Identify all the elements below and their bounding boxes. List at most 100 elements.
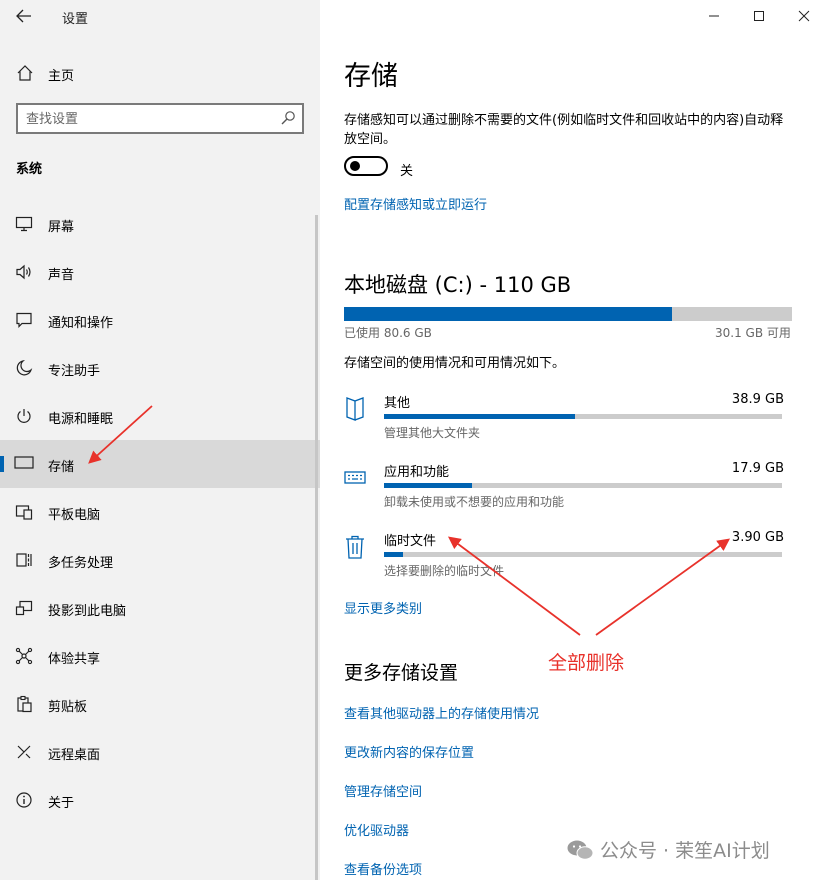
back-arrow-icon[interactable] bbox=[10, 4, 38, 28]
sidebar-item-label: 远程桌面 bbox=[48, 748, 101, 763]
maximize-button[interactable] bbox=[741, 4, 777, 28]
category-name: 其他 bbox=[384, 396, 411, 411]
change-save-location-link[interactable]: 更改新内容的保存位置 bbox=[344, 742, 474, 761]
remote-icon bbox=[17, 745, 31, 759]
annotation-label: 全部删除 bbox=[548, 652, 625, 674]
toggle-knob bbox=[350, 161, 360, 171]
category-bar-fill bbox=[384, 483, 472, 488]
used-space-label: 已使用 80.6 GB bbox=[344, 326, 432, 340]
speaker-icon bbox=[16, 264, 31, 280]
page-title: 存储 bbox=[344, 61, 398, 92]
sidebar-item-label: 电源和睡眠 bbox=[48, 412, 114, 427]
usage-info: 存储空间的使用情况和可用情况如下。 bbox=[344, 356, 566, 371]
sidebar-item-label: 声音 bbox=[48, 268, 75, 283]
category-size: 17.9 GB bbox=[731, 461, 784, 476]
category-bar bbox=[384, 414, 782, 419]
search-input[interactable] bbox=[26, 110, 276, 128]
close-button[interactable] bbox=[786, 4, 822, 28]
category-bar bbox=[384, 552, 782, 557]
disk-usage-bar bbox=[344, 307, 792, 321]
optimize-drives-link[interactable]: 优化驱动器 bbox=[344, 820, 409, 839]
category-temp-files[interactable]: 临时文件 3.90 GB 选择要删除的临时文件 bbox=[344, 530, 784, 590]
sidebar-item-tablet[interactable]: 平板电脑 bbox=[0, 488, 320, 536]
sidebar-item-label: 剪贴板 bbox=[48, 700, 88, 715]
title-bar: 设置 bbox=[0, 0, 320, 34]
sidebar-item-label: 专注助手 bbox=[48, 364, 101, 379]
sidebar-item-focus-assist[interactable]: 专注助手 bbox=[0, 344, 320, 392]
category-size: 38.9 GB bbox=[731, 392, 784, 407]
sidebar-item-project[interactable]: 投影到此电脑 bbox=[0, 584, 320, 632]
sidebar-item-clipboard[interactable]: 剪贴板 bbox=[0, 680, 320, 728]
wechat-icon bbox=[567, 840, 594, 860]
storage-sense-toggle[interactable] bbox=[344, 156, 388, 176]
sidebar-item-remote-desktop[interactable]: 远程桌面 bbox=[0, 728, 320, 776]
home-icon bbox=[17, 65, 33, 81]
apps-keyboard-icon bbox=[344, 471, 366, 484]
sidebar-item-display[interactable]: 屏幕 bbox=[0, 200, 320, 248]
category-subtext: 卸载未使用或不想要的应用和功能 bbox=[384, 495, 565, 509]
category-size: 3.90 GB bbox=[731, 530, 784, 545]
other-files-icon bbox=[346, 397, 364, 421]
category-subtext: 管理其他大文件夹 bbox=[384, 426, 481, 440]
disk-title: 本地磁盘 (C:) - 110 GB bbox=[344, 273, 572, 297]
sidebar-item-label: 主页 bbox=[48, 69, 75, 84]
search-box[interactable] bbox=[16, 103, 304, 134]
close-icon bbox=[798, 10, 810, 22]
tablet-icon bbox=[15, 505, 33, 520]
sidebar-item-label: 关于 bbox=[48, 796, 75, 811]
backup-options-link[interactable]: 查看备份选项 bbox=[344, 859, 422, 878]
more-storage-settings-title: 更多存储设置 bbox=[344, 662, 459, 684]
project-icon bbox=[15, 600, 33, 616]
sidebar-item-label: 平板电脑 bbox=[48, 508, 101, 523]
sidebar-item-storage[interactable]: 存储 bbox=[0, 440, 320, 488]
category-bar-fill bbox=[384, 414, 576, 419]
category-subtext: 选择要删除的临时文件 bbox=[384, 564, 505, 578]
app-title: 设置 bbox=[62, 12, 89, 27]
section-title: 系统 bbox=[16, 162, 43, 177]
sidebar-item-label: 存储 bbox=[48, 460, 75, 475]
sidebar-item-label: 体验共享 bbox=[48, 652, 101, 667]
category-name: 应用和功能 bbox=[384, 465, 450, 480]
display-icon bbox=[15, 216, 33, 232]
trash-icon bbox=[346, 535, 364, 559]
multitask-icon bbox=[16, 553, 32, 567]
sidebar-item-label: 通知和操作 bbox=[48, 316, 114, 331]
sidebar: 设置 主页 系统 屏幕 声音 通知和操作 专注助手 电源和睡眠 bbox=[0, 0, 320, 880]
category-other[interactable]: 其他 38.9 GB 管理其他大文件夹 bbox=[344, 392, 784, 452]
show-more-categories-link[interactable]: 显示更多类别 bbox=[344, 598, 422, 617]
power-icon bbox=[17, 409, 31, 423]
share-icon bbox=[15, 647, 33, 665]
category-name: 临时文件 bbox=[384, 534, 437, 549]
sidebar-item-home[interactable]: 主页 bbox=[0, 56, 320, 90]
notification-icon bbox=[16, 312, 32, 328]
minimize-icon bbox=[709, 15, 719, 17]
manage-storage-spaces-link[interactable]: 管理存储空间 bbox=[344, 781, 422, 800]
main-content: 存储 存储感知可以通过删除不需要的文件(例如临时文件和回收站中的内容)自动释放空… bbox=[320, 0, 827, 880]
clipboard-icon bbox=[17, 695, 32, 713]
storage-sense-description: 存储感知可以通过删除不需要的文件(例如临时文件和回收站中的内容)自动释放空间。 bbox=[344, 113, 784, 147]
disk-usage-fill bbox=[344, 307, 673, 321]
category-apps[interactable]: 应用和功能 17.9 GB 卸载未使用或不想要的应用和功能 bbox=[344, 461, 784, 521]
free-space-label: 30.1 GB 可用 bbox=[715, 326, 791, 340]
toggle-state-label: 关 bbox=[400, 164, 414, 179]
sidebar-item-label: 屏幕 bbox=[48, 220, 75, 235]
sidebar-item-label: 多任务处理 bbox=[48, 556, 114, 571]
sidebar-item-label: 投影到此电脑 bbox=[48, 604, 127, 619]
sidebar-item-multitasking[interactable]: 多任务处理 bbox=[0, 536, 320, 584]
sidebar-item-shared-experiences[interactable]: 体验共享 bbox=[0, 632, 320, 680]
configure-storage-sense-link[interactable]: 配置存储感知或立即运行 bbox=[344, 194, 487, 213]
search-icon[interactable] bbox=[280, 110, 296, 126]
sidebar-item-power[interactable]: 电源和睡眠 bbox=[0, 392, 320, 440]
sidebar-item-sound[interactable]: 声音 bbox=[0, 248, 320, 296]
sidebar-scrollbar[interactable] bbox=[315, 215, 318, 880]
minimize-button[interactable] bbox=[696, 4, 732, 28]
watermark-text: 公众号 · 茉笙AI计划 bbox=[600, 840, 770, 862]
other-drives-usage-link[interactable]: 查看其他驱动器上的存储使用情况 bbox=[344, 703, 539, 722]
category-bar-fill bbox=[384, 552, 404, 557]
sidebar-item-about[interactable]: 关于 bbox=[0, 776, 320, 824]
info-icon bbox=[16, 792, 32, 808]
moon-icon bbox=[16, 359, 33, 376]
category-bar bbox=[384, 483, 782, 488]
sidebar-nav: 屏幕 声音 通知和操作 专注助手 电源和睡眠 存储 平板电脑 多任务处理 投影到… bbox=[0, 200, 320, 824]
sidebar-item-notifications[interactable]: 通知和操作 bbox=[0, 296, 320, 344]
